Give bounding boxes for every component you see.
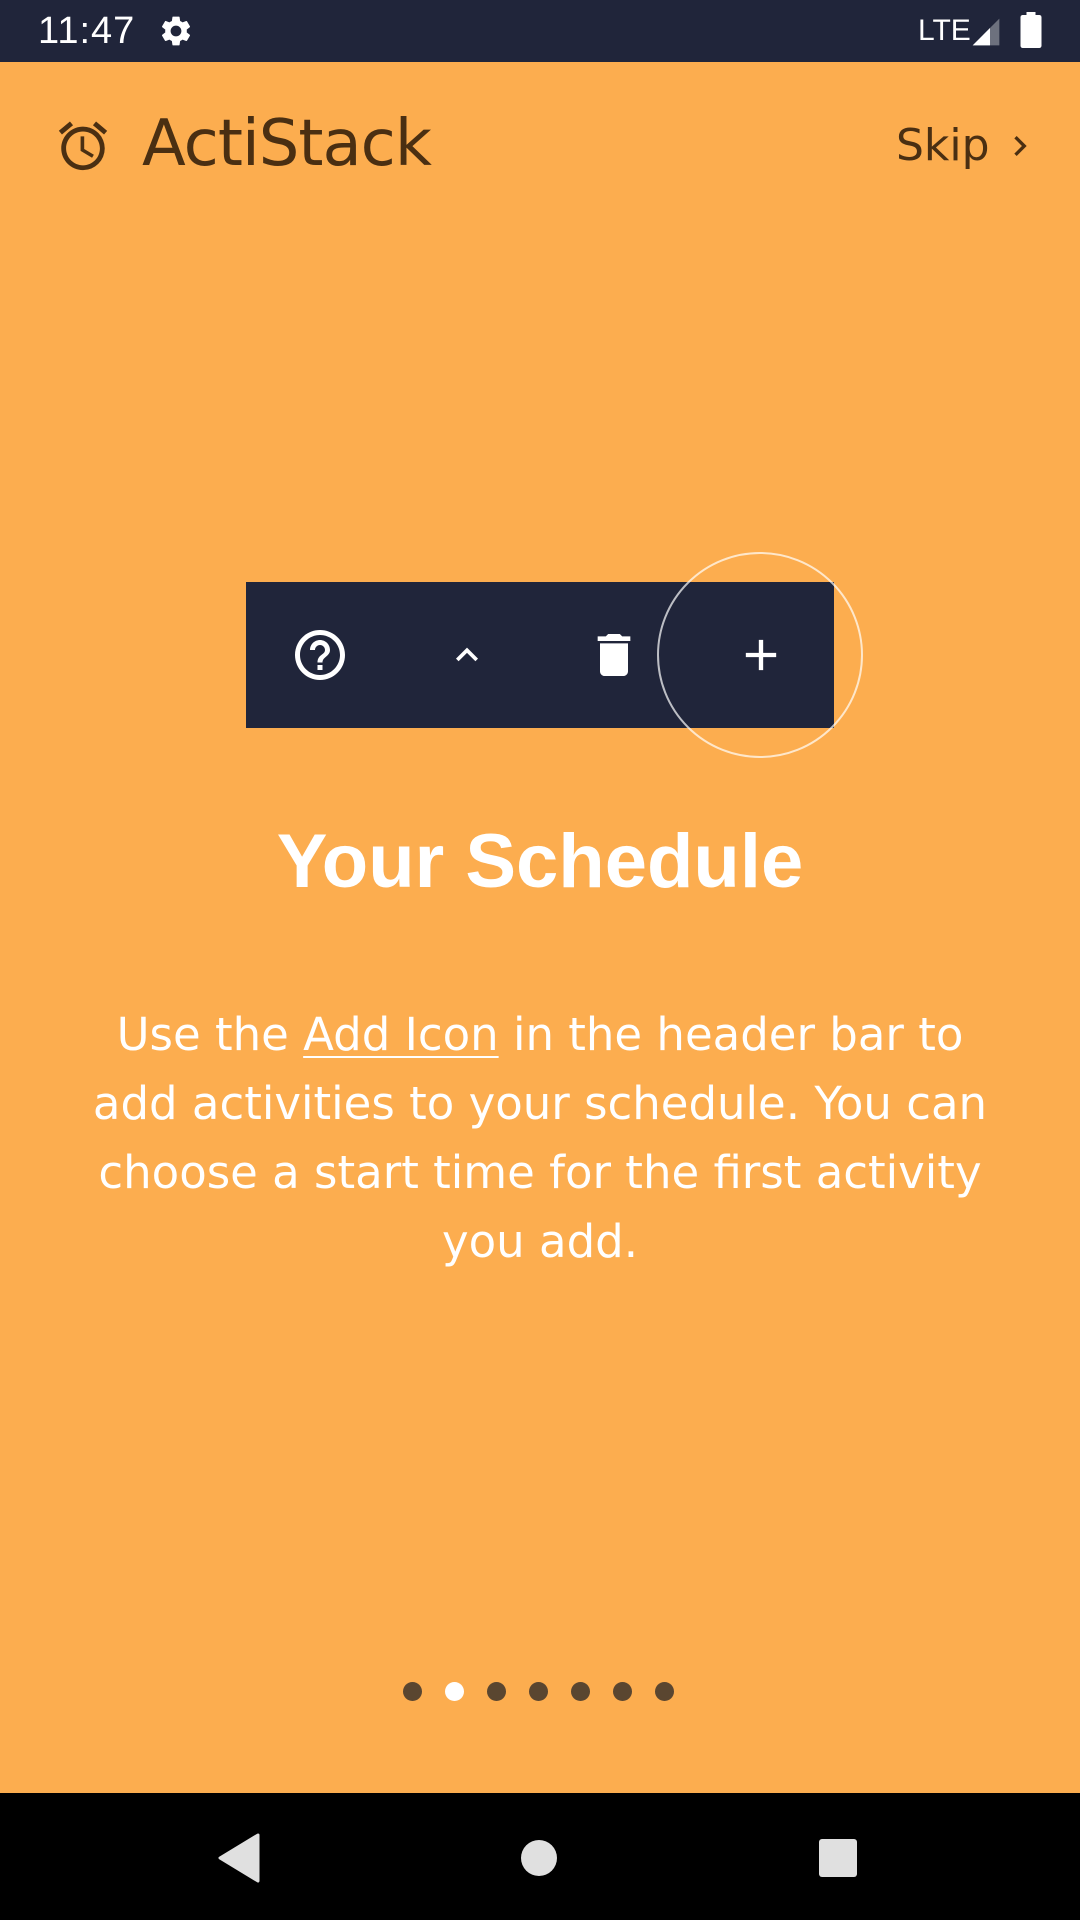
move-up-button (393, 582, 540, 728)
page-dot[interactable] (403, 1682, 422, 1701)
page-dot[interactable] (613, 1682, 632, 1701)
skip-button[interactable]: Skip (896, 116, 1040, 176)
add-button (687, 582, 834, 728)
status-time: 11:47 (38, 10, 136, 52)
description-text-start: Use the (116, 1008, 304, 1061)
page-dot[interactable] (529, 1682, 548, 1701)
chevron-right-icon (1013, 136, 1027, 156)
recents-button[interactable] (803, 1823, 873, 1893)
alarm-clock-icon (58, 121, 108, 171)
app-header: ActiStack Skip (0, 62, 1080, 232)
app-title: ActiStack (142, 107, 432, 181)
add-icon-link: Add Icon (303, 1008, 499, 1061)
chevron-up-icon (455, 647, 478, 662)
home-button[interactable] (504, 1823, 574, 1893)
network-type: LTE (918, 14, 971, 47)
status-bar: 11:47 LTE (0, 0, 1080, 62)
battery-icon (1020, 12, 1042, 48)
trash-icon (597, 634, 630, 676)
page-dot[interactable] (655, 1682, 674, 1701)
recents-square-icon (819, 1839, 857, 1877)
slide-title: Your Schedule (276, 819, 804, 904)
help-circle-icon (294, 630, 345, 680)
home-circle-icon (521, 1840, 557, 1876)
slide-description: Use the Add Icon in the header bar to ad… (80, 1000, 1000, 1276)
back-button[interactable] (203, 1823, 273, 1893)
page-dot[interactable] (571, 1682, 590, 1701)
help-button (246, 582, 393, 728)
back-triangle-icon (218, 1833, 260, 1883)
header-bar-illustration (246, 582, 834, 728)
page-dot-active[interactable] (445, 1682, 464, 1701)
skip-label: Skip (896, 120, 990, 171)
gear-icon (161, 16, 191, 46)
onboarding-screen: 11:47 LTE ActiStack Skip Your Schedule U… (0, 0, 1080, 1920)
page-indicator (403, 1682, 674, 1706)
plus-icon (745, 639, 776, 671)
delete-button (540, 582, 687, 728)
signal-icon (972, 18, 1000, 46)
system-nav-bar (0, 1793, 1080, 1920)
page-dot[interactable] (487, 1682, 506, 1701)
